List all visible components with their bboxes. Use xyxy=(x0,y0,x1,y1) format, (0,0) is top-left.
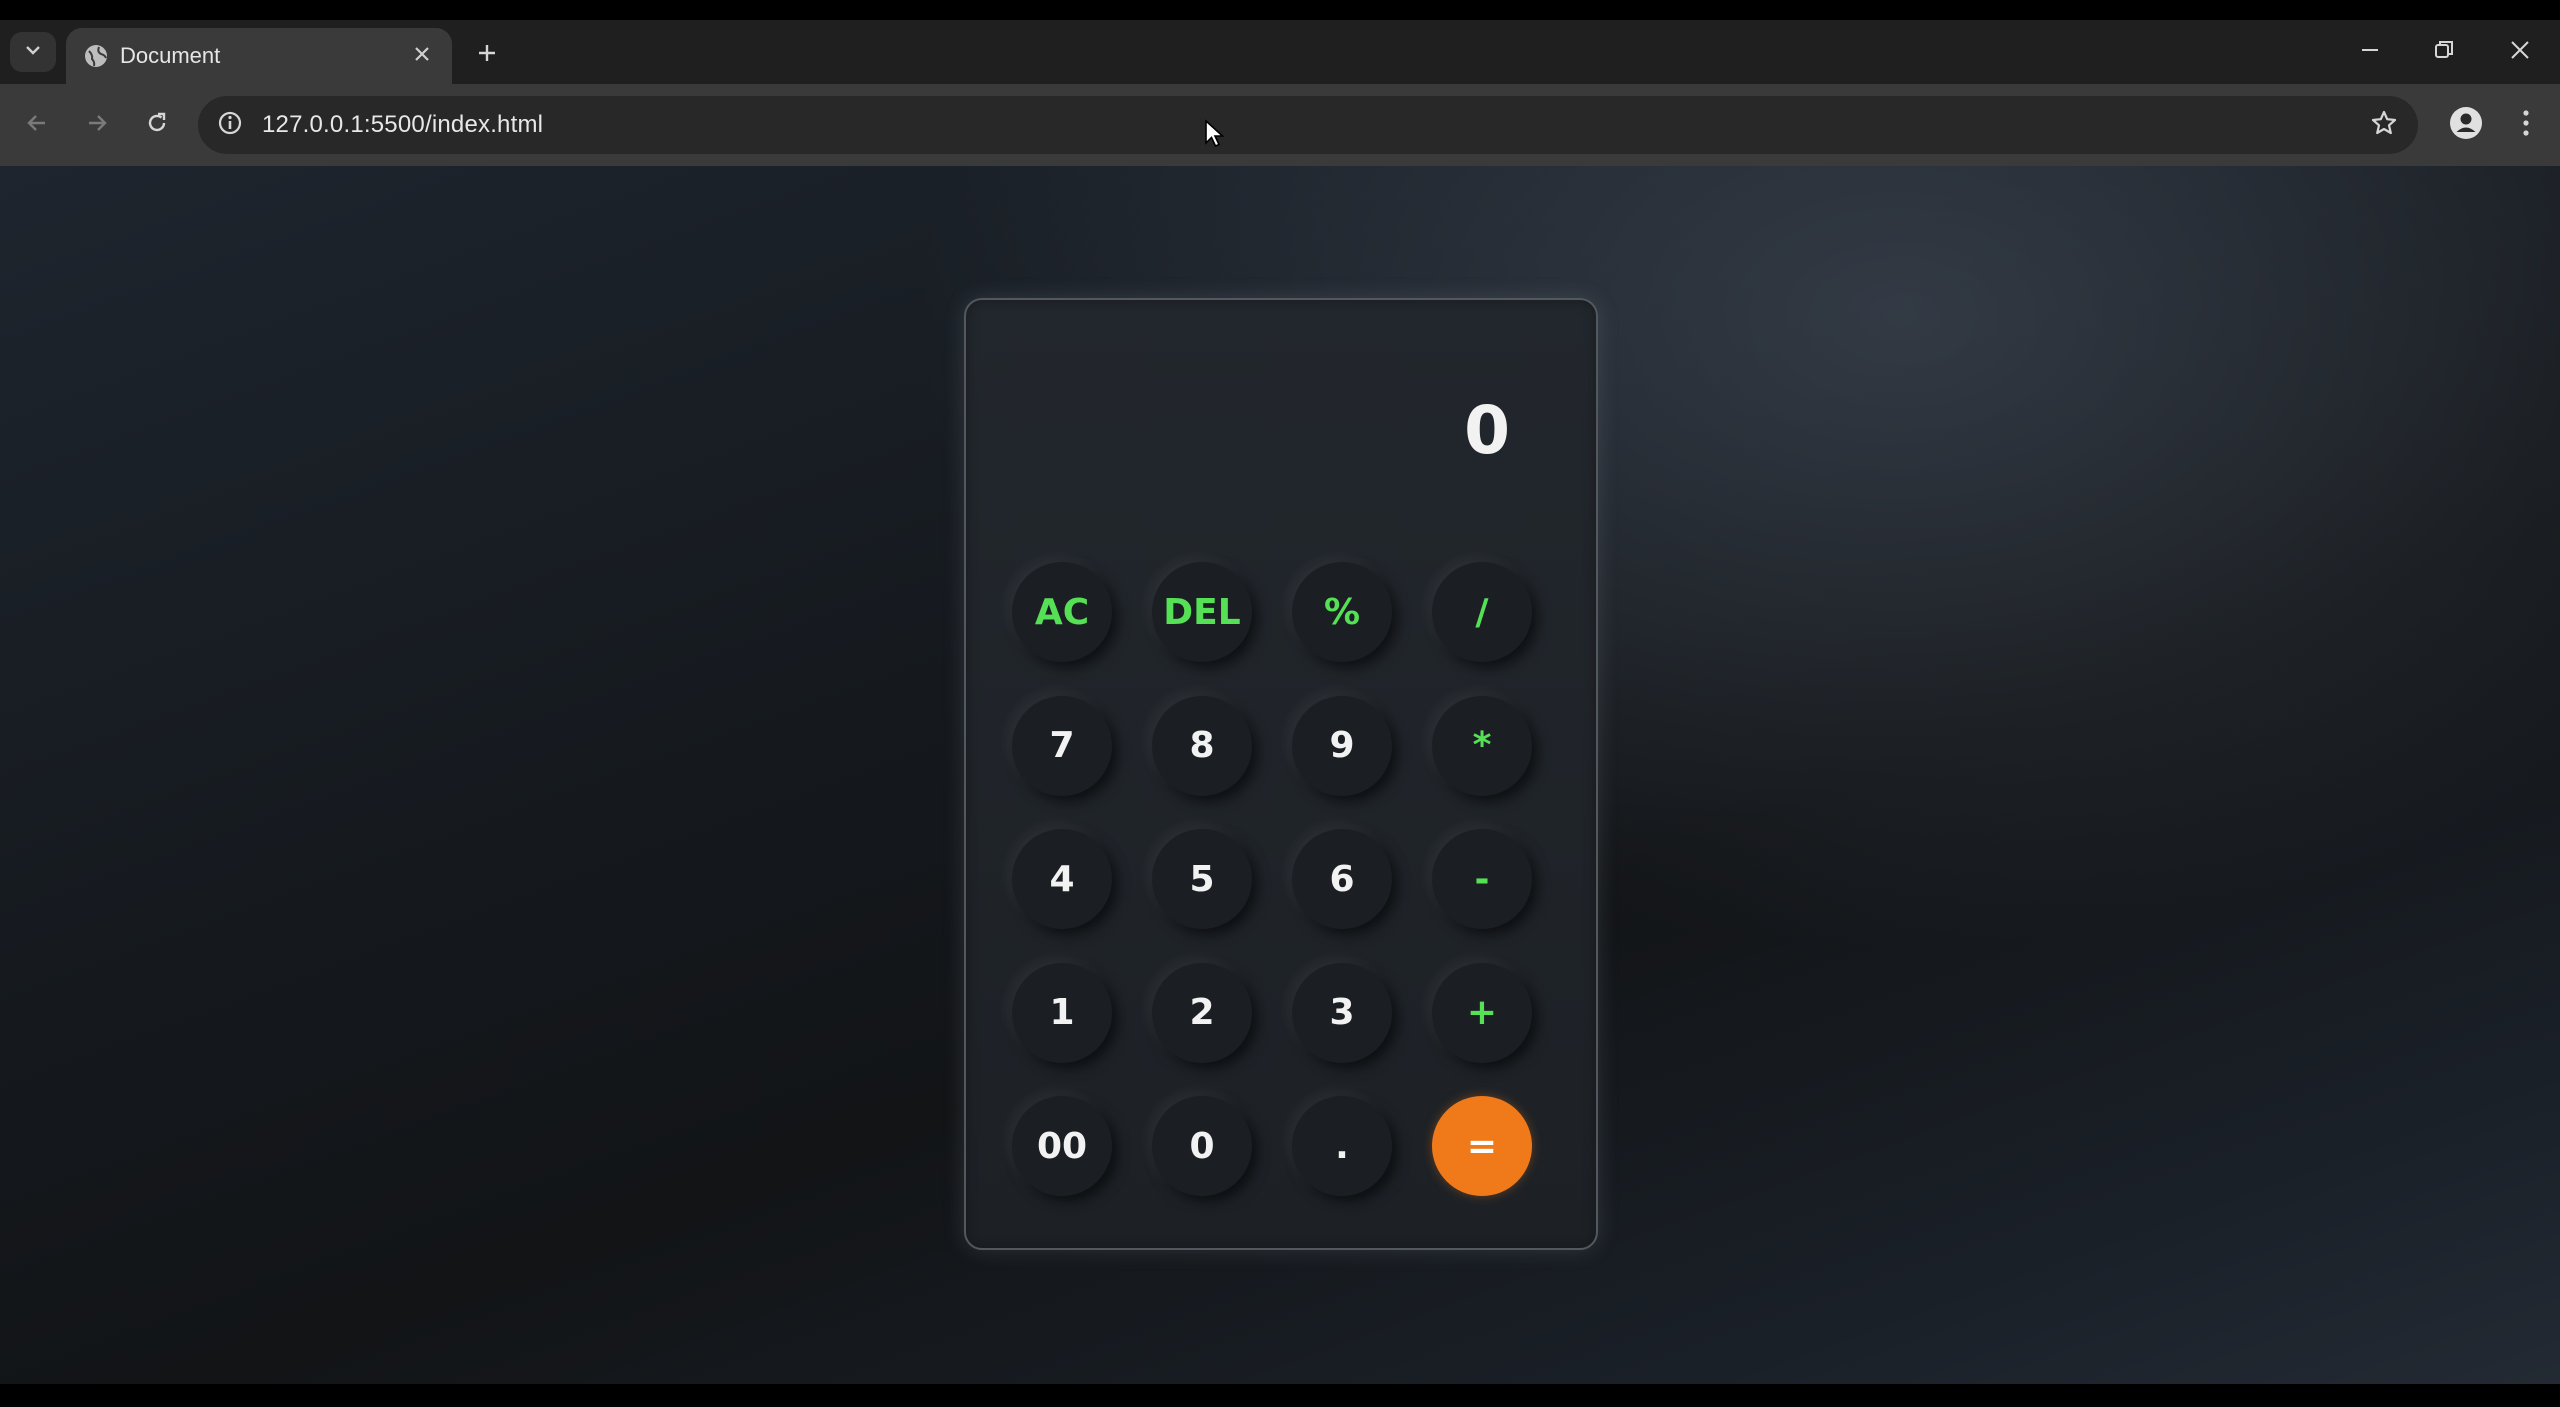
restore-icon xyxy=(2433,39,2455,66)
site-info-button[interactable] xyxy=(208,103,252,147)
person-icon xyxy=(2449,106,2483,145)
browser-window: Document 127.0.0.1:5500/index.html 0 AC … xyxy=(0,0,2560,1407)
bottom-strip xyxy=(0,1384,2560,1407)
tab-search-button[interactable] xyxy=(10,32,56,72)
top-strip xyxy=(0,0,2560,20)
percent-button[interactable]: % xyxy=(1292,562,1392,662)
minimize-button[interactable] xyxy=(2340,30,2400,74)
restore-button[interactable] xyxy=(2414,30,2474,74)
divide-button[interactable]: / xyxy=(1432,562,1532,662)
more-vertical-icon xyxy=(2521,109,2531,142)
tab-title: Document xyxy=(120,43,221,68)
digit-0-button[interactable]: 0 xyxy=(1152,1096,1252,1196)
all-clear-button[interactable]: AC xyxy=(1012,562,1112,662)
close-icon xyxy=(2509,39,2531,66)
new-tab-button[interactable] xyxy=(466,34,508,76)
mouse-cursor-icon xyxy=(1204,119,1226,154)
digit-5-button[interactable]: 5 xyxy=(1152,829,1252,929)
star-icon xyxy=(2370,109,2398,142)
decimal-button[interactable]: . xyxy=(1292,1096,1392,1196)
tab-close-button[interactable] xyxy=(404,38,440,74)
digit-6-button[interactable]: 6 xyxy=(1292,829,1392,929)
window-close-button[interactable] xyxy=(2490,30,2550,74)
back-button[interactable] xyxy=(12,100,62,150)
minimize-icon xyxy=(2360,40,2380,65)
menu-button[interactable] xyxy=(2500,99,2552,151)
tab-bar: Document xyxy=(0,20,2560,84)
forward-button[interactable] xyxy=(72,100,122,150)
calculator-keypad: AC DEL%/7 8 9 * 4 5 6-1 2 3 +00 0. = xyxy=(1012,562,1572,1202)
bookmark-button[interactable] xyxy=(2364,105,2404,145)
profile-button[interactable] xyxy=(2440,99,2492,151)
digit-4-button[interactable]: 4 xyxy=(1012,829,1112,929)
plus-icon xyxy=(476,42,498,69)
multiply-button[interactable]: * xyxy=(1432,695,1532,796)
page-viewport: 0 AC DEL%/7 8 9 * 4 5 6-1 2 3 +00 0. = xyxy=(0,166,2560,1384)
delete-button[interactable]: DEL xyxy=(1152,562,1252,662)
url-text: 127.0.0.1:5500/index.html xyxy=(262,111,544,138)
subtract-button[interactable]: - xyxy=(1432,829,1532,929)
info-icon xyxy=(217,110,243,141)
digit-9-button[interactable]: 9 xyxy=(1292,695,1392,796)
reload-button[interactable] xyxy=(132,100,182,150)
close-icon xyxy=(413,45,431,68)
arrow-right-icon xyxy=(84,110,110,141)
address-bar[interactable]: 127.0.0.1:5500/index.html xyxy=(198,96,2418,154)
arrow-left-icon xyxy=(24,110,50,141)
chevron-down-icon xyxy=(24,41,42,64)
digit-3-button[interactable]: 3 xyxy=(1292,962,1392,1063)
calculator: 0 AC DEL%/7 8 9 * 4 5 6-1 2 3 +00 0. = xyxy=(964,298,1598,1250)
digit-2-button[interactable]: 2 xyxy=(1152,962,1252,1063)
browser-toolbar: 127.0.0.1:5500/index.html xyxy=(0,84,2560,166)
equals-button[interactable]: = xyxy=(1432,1096,1532,1196)
digit-8-button[interactable]: 8 xyxy=(1152,695,1252,796)
add-button[interactable]: + xyxy=(1432,962,1532,1063)
tab-document[interactable]: Document xyxy=(66,28,452,84)
digit-1-button[interactable]: 1 xyxy=(1012,962,1112,1063)
reload-icon xyxy=(144,110,170,141)
double-zero-button[interactable]: 00 xyxy=(1012,1096,1112,1196)
calculator-display: 0 xyxy=(1464,392,1510,469)
globe-icon xyxy=(82,42,110,70)
digit-7-button[interactable]: 7 xyxy=(1012,695,1112,796)
